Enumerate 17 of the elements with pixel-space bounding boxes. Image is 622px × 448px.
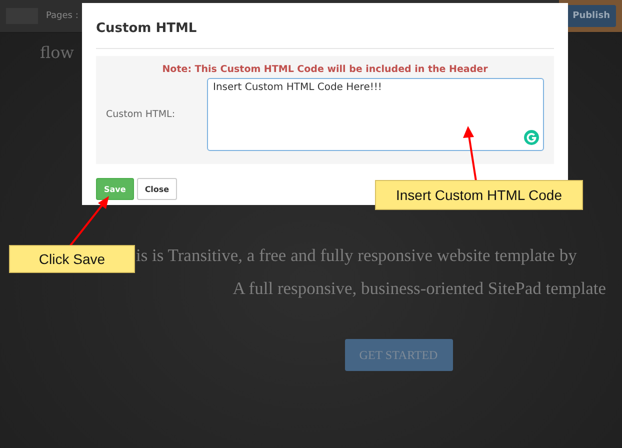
grammar-check-icon[interactable]	[524, 130, 539, 145]
publish-button[interactable]: Publish	[566, 5, 616, 27]
close-button[interactable]: Close	[136, 178, 178, 200]
custom-html-field[interactable]: Insert Custom HTML Code Here!!!	[207, 78, 544, 151]
header-note: Note: This Custom HTML Code will be included in the Header	[161, 64, 489, 75]
hero-subtitle: A full responsive, business-oriented SitePad template	[232, 278, 606, 299]
dialog-title: Custom HTML	[96, 3, 554, 49]
callout-label: Insert Custom HTML Code	[376, 181, 582, 209]
callout-label: Click Save	[10, 246, 134, 272]
arrow	[69, 196, 109, 247]
field-label: Custom HTML:	[106, 109, 176, 120]
pages-label: Pages :	[46, 11, 78, 21]
arrow	[463, 126, 477, 182]
hero-tagline: is is Transitive, a free and fully responsive website template by	[136, 245, 577, 266]
field-value: Insert Custom HTML Code Here!!!	[213, 82, 382, 93]
page-heading: flow	[40, 43, 74, 62]
save-button[interactable]: Save	[96, 178, 134, 200]
